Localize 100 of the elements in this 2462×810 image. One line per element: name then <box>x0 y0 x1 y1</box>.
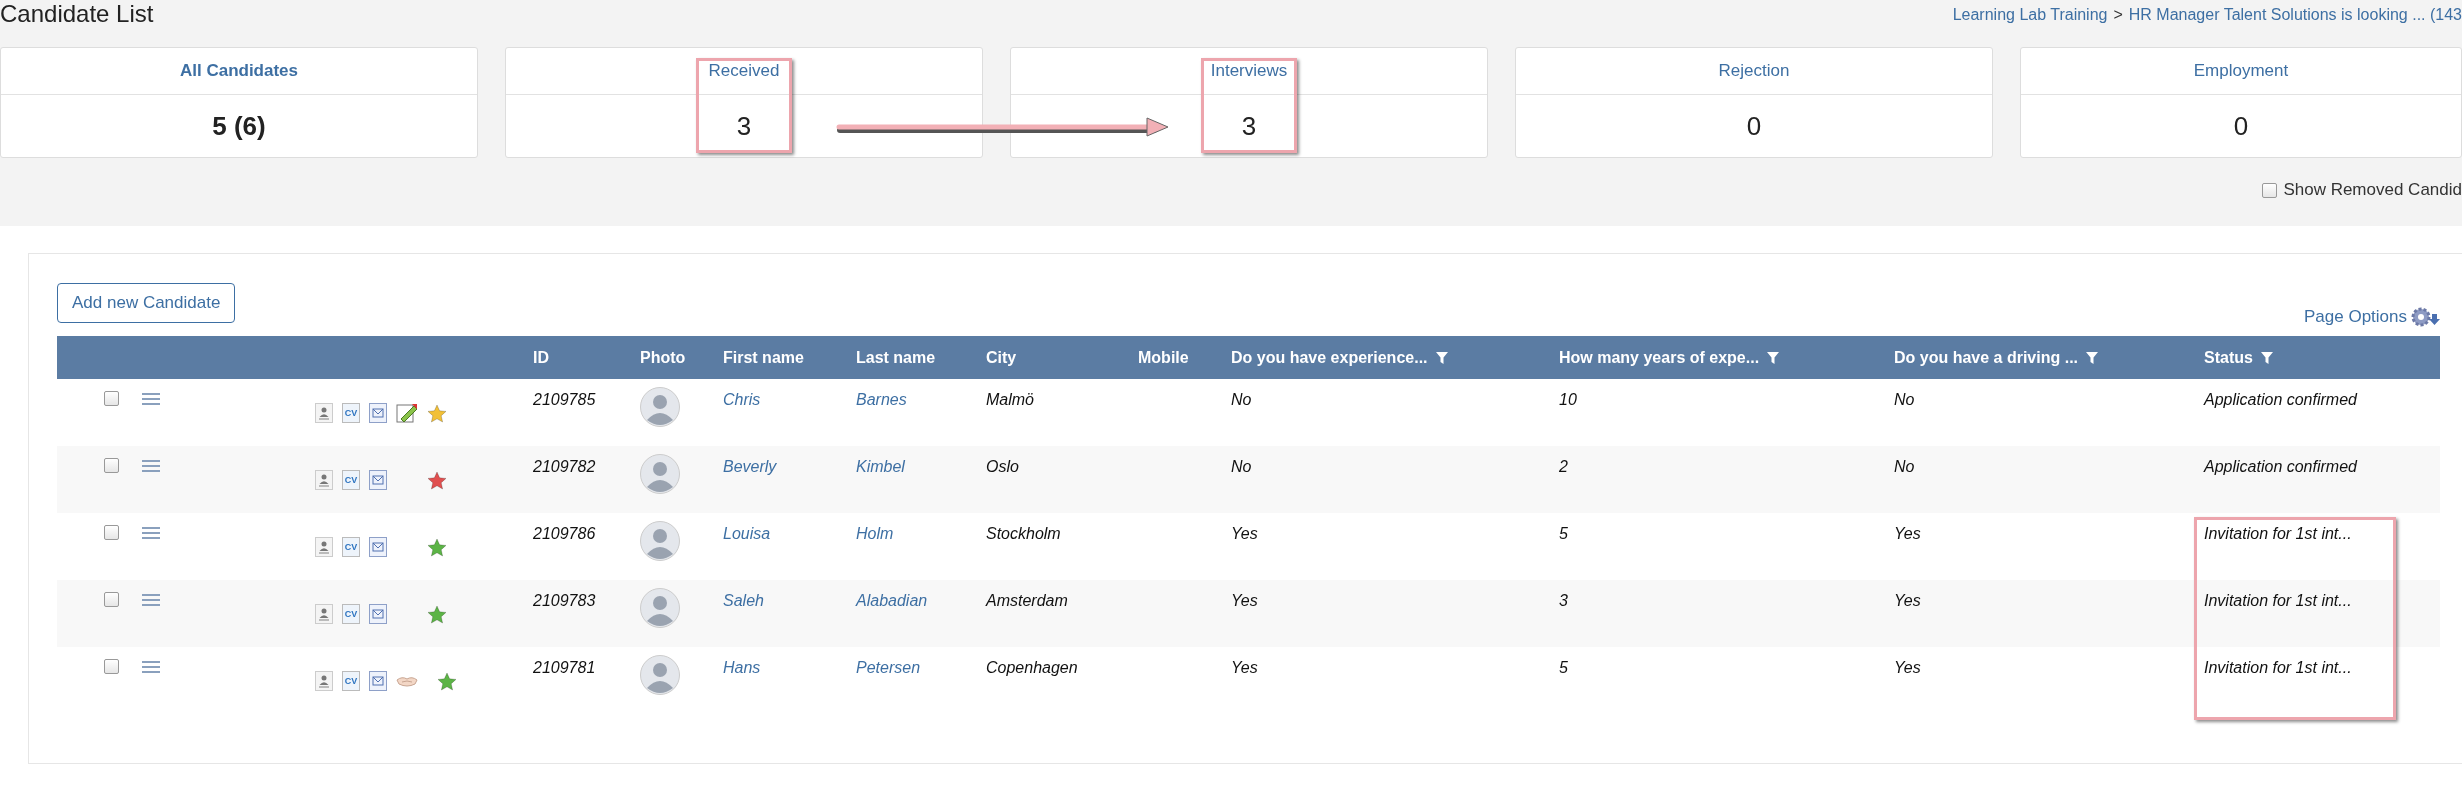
candidate-id: 2109786 <box>533 525 596 542</box>
stat-card[interactable]: Employment 0 <box>2020 47 2462 158</box>
first-name-link[interactable]: Louisa <box>723 525 771 542</box>
column-header[interactable]: Status <box>2204 348 2273 367</box>
stat-count: 3 <box>1241 110 1257 142</box>
stat-count: 0 <box>2233 110 2249 142</box>
column-header[interactable]: ID <box>533 348 549 367</box>
last-name-link[interactable]: Kimbel <box>856 458 905 475</box>
row-checkbox[interactable] <box>104 391 119 406</box>
answer-cell: No <box>1894 458 1915 475</box>
breadcrumb-separator: > <box>2113 6 2123 24</box>
answer-cell: Yes <box>1231 659 1258 676</box>
status-cell: Invitation for 1st int... <box>2192 647 2440 714</box>
checkbox-label: Show Removed Candid <box>2283 180 2462 200</box>
candidate-id: 2109781 <box>533 659 596 676</box>
candidate-id: 2109782 <box>533 458 596 475</box>
document-icon[interactable] <box>369 671 387 691</box>
cv-icon[interactable]: CV <box>342 604 360 624</box>
city-cell: Amsterdam <box>986 592 1068 609</box>
stat-count: 0 <box>1746 110 1762 142</box>
status-cell: Application confirmed <box>2192 379 2440 446</box>
profile-document-icon[interactable] <box>315 470 333 490</box>
profile-document-icon[interactable] <box>315 604 333 624</box>
city-cell: Oslo <box>986 458 1019 475</box>
profile-document-icon[interactable] <box>315 537 333 557</box>
filter-icon[interactable] <box>2260 351 2273 364</box>
first-name-link[interactable]: Saleh <box>723 592 764 609</box>
gear-icon[interactable] <box>2410 306 2440 328</box>
star-icon <box>427 604 447 624</box>
breadcrumb-link[interactable]: HR Manager Talent Solutions is looking ... (143 <box>2128 6 2462 24</box>
stat-count: 5 (6) <box>212 110 266 142</box>
stat-card[interactable]: Rejection 0 <box>1515 47 1993 158</box>
menu-icon[interactable] <box>142 458 160 473</box>
row-checkbox[interactable] <box>104 592 119 607</box>
answer-cell: 3 <box>1559 592 1568 609</box>
menu-icon[interactable] <box>142 391 160 406</box>
stat-label: Rejection <box>1718 61 1790 81</box>
stat-label: All Candidates <box>179 61 299 81</box>
first-name-link[interactable]: Hans <box>723 659 761 676</box>
city-cell: Malmö <box>986 391 1034 408</box>
star-icon <box>427 537 447 557</box>
last-name-link[interactable]: Petersen <box>856 659 921 676</box>
filter-icon[interactable] <box>1435 351 1448 364</box>
document-icon[interactable] <box>369 403 387 423</box>
cv-icon[interactable]: CV <box>342 671 360 691</box>
stat-card[interactable]: Received 3 <box>505 47 983 158</box>
answer-cell: Yes <box>1231 525 1258 542</box>
last-name-link[interactable]: Alabadian <box>856 592 928 609</box>
city-cell: Copenhagen <box>986 659 1078 676</box>
page-title: Candidate List <box>0 0 154 28</box>
status-cell: Invitation for 1st int... <box>2192 513 2440 580</box>
stat-card[interactable]: Interviews 3 <box>1010 47 1488 158</box>
menu-icon[interactable] <box>142 525 160 540</box>
answer-cell: No <box>1231 391 1252 408</box>
row-checkbox[interactable] <box>104 458 119 473</box>
document-icon[interactable] <box>369 537 387 557</box>
profile-document-icon[interactable] <box>315 403 333 423</box>
status-cell: Application confirmed <box>2192 446 2440 513</box>
answer-cell: Yes <box>1231 592 1258 609</box>
column-header[interactable]: City <box>986 348 1017 367</box>
first-name-link[interactable]: Beverly <box>723 458 777 475</box>
city-cell: Stockholm <box>986 525 1061 542</box>
answer-cell: Yes <box>1894 592 1921 609</box>
checkbox[interactable] <box>2262 182 2278 198</box>
filter-icon[interactable] <box>2086 351 2099 364</box>
cv-icon[interactable]: CV <box>342 470 360 490</box>
breadcrumb-link[interactable]: Learning Lab Training <box>1952 6 2108 24</box>
profile-document-icon[interactable] <box>315 671 333 691</box>
avatar-silhouette <box>640 454 680 494</box>
candidate-id: 2109783 <box>533 592 596 609</box>
pencil-document-icon[interactable] <box>396 403 418 423</box>
answer-cell: 2 <box>1559 458 1568 475</box>
add-candidate-button[interactable]: Add new Candidate <box>57 283 236 323</box>
row-checkbox[interactable] <box>104 525 119 540</box>
answer-cell: No <box>1231 458 1252 475</box>
stat-label: Interviews <box>1210 61 1288 81</box>
answer-cell: No <box>1894 391 1915 408</box>
stat-count: 3 <box>736 110 752 142</box>
menu-icon[interactable] <box>142 592 160 607</box>
first-name-link[interactable]: Chris <box>723 391 761 408</box>
answer-cell: 10 <box>1559 391 1577 408</box>
page-options-link[interactable]: Page Options <box>2304 307 2407 327</box>
stat-card[interactable]: All Candidates 5 (6) <box>0 47 478 158</box>
document-icon[interactable] <box>369 470 387 490</box>
stat-label: Received <box>708 61 780 81</box>
status-cell: Invitation for 1st int... <box>2192 580 2440 647</box>
cv-icon[interactable]: CV <box>342 537 360 557</box>
avatar-silhouette <box>640 588 680 628</box>
answer-cell: 5 <box>1559 659 1568 676</box>
document-icon[interactable] <box>369 604 387 624</box>
star-icon <box>437 671 457 691</box>
last-name-link[interactable]: Barnes <box>856 391 907 408</box>
avatar-silhouette <box>640 387 680 427</box>
answer-cell: 5 <box>1559 525 1568 542</box>
menu-icon[interactable] <box>142 659 160 674</box>
last-name-link[interactable]: Holm <box>856 525 894 542</box>
cv-icon[interactable]: CV <box>342 403 360 423</box>
row-checkbox[interactable] <box>104 659 119 674</box>
filter-icon[interactable] <box>1767 351 1780 364</box>
candidate-id: 2109785 <box>533 391 596 408</box>
